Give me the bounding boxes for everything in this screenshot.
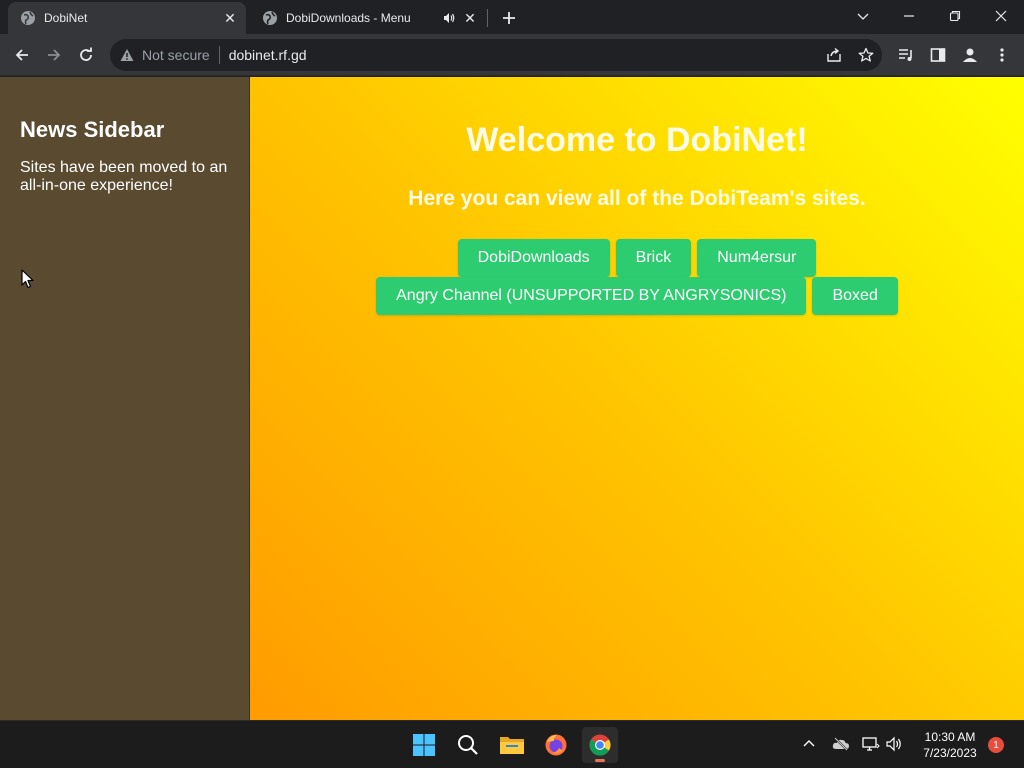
firefox-icon[interactable] xyxy=(538,727,574,763)
volume-icon[interactable] xyxy=(884,733,906,755)
address-divider xyxy=(218,46,220,64)
file-explorer-icon[interactable] xyxy=(494,727,530,763)
active-app-indicator xyxy=(595,759,605,762)
bookmark-star-icon[interactable] xyxy=(852,41,880,69)
tab-dobinet[interactable]: DobiNet ✕ xyxy=(8,2,246,34)
minimize-button[interactable] xyxy=(886,0,932,32)
num4ersur-button[interactable]: Num4ersur xyxy=(697,239,817,277)
profile-icon[interactable] xyxy=(956,41,984,69)
onedrive-offline-icon[interactable] xyxy=(830,733,852,755)
start-windows-icon[interactable] xyxy=(406,727,442,763)
dobidownloads-button[interactable]: DobiDownloads xyxy=(457,239,610,277)
media-control-icon[interactable] xyxy=(892,41,920,69)
main-content: Welcome to DobiNet! Here you can view al… xyxy=(250,77,1024,720)
speaker-icon[interactable] xyxy=(440,9,458,27)
tab-dobidownloads[interactable]: DobiDownloads - Menu ✕ xyxy=(250,2,486,34)
menu-kebab-icon[interactable] xyxy=(988,41,1016,69)
chevron-up-icon[interactable] xyxy=(798,733,820,755)
sidebar-text: Sites have been moved to an all-in-one e… xyxy=(20,159,228,194)
page-title: Welcome to DobiNet! xyxy=(466,121,808,159)
restore-button[interactable] xyxy=(932,0,978,32)
notification-badge[interactable]: 1 xyxy=(988,737,1004,753)
site-button-row: Angry Channel (UNSUPPORTED BY ANGRYSONIC… xyxy=(250,277,1024,315)
close-window-button[interactable] xyxy=(978,0,1024,32)
page-viewport: News Sidebar Sites have been moved to an… xyxy=(0,77,1024,720)
back-button[interactable] xyxy=(8,41,36,69)
taskbar-clock[interactable]: 10:30 AM 7/23/2023 xyxy=(912,729,988,761)
network-icon[interactable] xyxy=(860,733,882,755)
globe-icon xyxy=(262,10,278,26)
new-tab-button[interactable] xyxy=(498,7,520,29)
close-tab-icon[interactable]: ✕ xyxy=(460,8,480,28)
tab-title: DobiNet xyxy=(44,11,88,25)
windows-taskbar: 10:30 AM 7/23/2023 1 xyxy=(0,720,1024,768)
reload-button[interactable] xyxy=(72,41,100,69)
boxed-button[interactable]: Boxed xyxy=(812,277,898,315)
search-icon[interactable] xyxy=(450,727,486,763)
chrome-icon[interactable] xyxy=(582,727,618,763)
close-tab-icon[interactable]: ✕ xyxy=(220,8,240,28)
mouse-cursor-icon xyxy=(21,269,34,289)
news-sidebar: News Sidebar Sites have been moved to an… xyxy=(0,77,250,720)
page-subtitle: Here you can view all of the DobiTeam's … xyxy=(408,187,866,210)
tab-divider xyxy=(487,9,488,27)
globe-icon xyxy=(20,10,36,26)
url-text[interactable]: dobinet.rf.gd xyxy=(229,47,307,63)
angry-channel-button[interactable]: Angry Channel (UNSUPPORTED BY ANGRYSONIC… xyxy=(376,277,807,315)
share-icon[interactable] xyxy=(820,41,848,69)
tab-title: DobiDownloads - Menu xyxy=(286,11,411,25)
sidebar-title: News Sidebar xyxy=(20,117,165,142)
address-bar[interactable]: Not secure dobinet.rf.gd xyxy=(110,39,882,71)
tab-search-button[interactable] xyxy=(840,0,886,32)
clock-time: 10:30 AM xyxy=(924,730,976,744)
browser-toolbar: Not secure dobinet.rf.gd xyxy=(0,34,1024,76)
side-panel-icon[interactable] xyxy=(924,41,952,69)
warning-icon[interactable] xyxy=(118,46,136,64)
security-label[interactable]: Not secure xyxy=(142,47,210,63)
forward-button[interactable] xyxy=(40,41,68,69)
tab-strip: DobiNet ✕ DobiDownloads - Menu ✕ xyxy=(0,0,1024,34)
clock-date: 7/23/2023 xyxy=(923,746,977,760)
site-button-row: DobiDownloads Brick Num4ersur xyxy=(250,239,1024,277)
brick-button[interactable]: Brick xyxy=(615,239,692,277)
